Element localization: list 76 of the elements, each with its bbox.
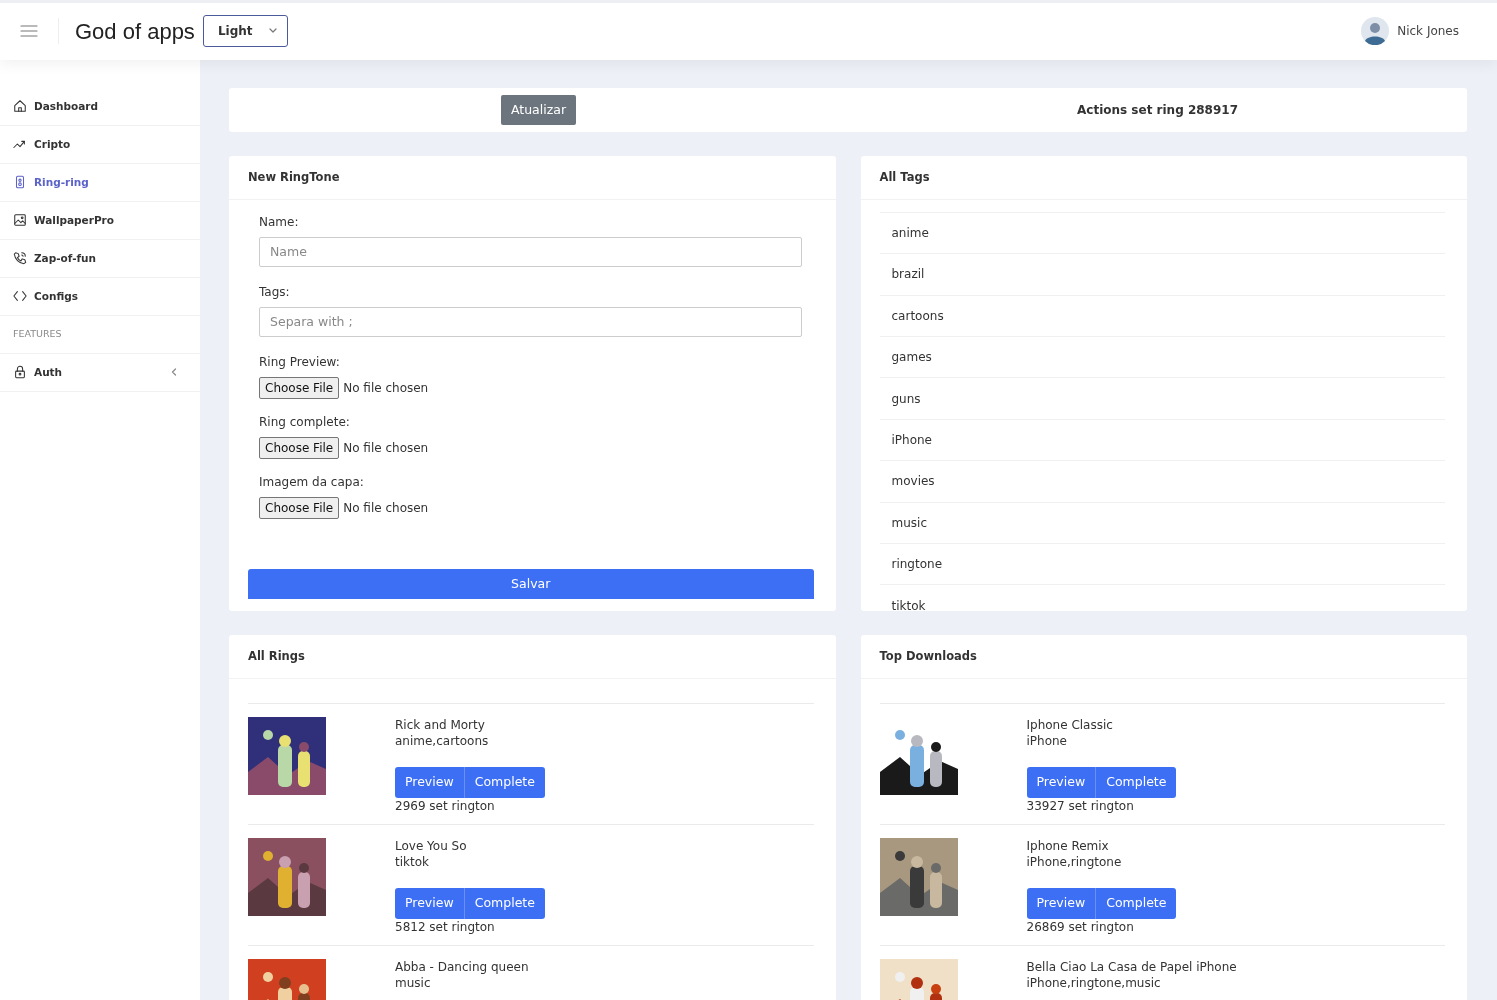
card-title: All Rings xyxy=(229,634,836,679)
ring-tags: tiktok xyxy=(395,853,545,870)
card-title: Top Downloads xyxy=(860,634,1467,679)
phone-icon xyxy=(13,251,27,266)
ring-tags: iPhone,ringtone xyxy=(1026,853,1177,870)
ring-name: Iphone Classic xyxy=(1026,716,1114,733)
tag-item[interactable]: brazil xyxy=(879,253,1445,295)
tag-item[interactable]: guns xyxy=(879,377,1445,419)
download-count: 33927 set rington xyxy=(1026,797,1135,814)
complete-button[interactable]: Complete xyxy=(464,766,545,798)
complete-button[interactable]: Complete xyxy=(1096,887,1177,919)
tag-item[interactable]: anime xyxy=(879,211,1445,254)
input-field[interactable]: Name xyxy=(259,236,802,267)
sidebar-item[interactable]: Dashboard xyxy=(0,87,200,126)
file-status: No file chosen xyxy=(343,499,429,517)
image-icon xyxy=(13,213,27,228)
sidebar-item[interactable]: WallpaperPro xyxy=(0,201,200,240)
preview-button[interactable]: Preview xyxy=(1026,766,1097,798)
choose-file-button[interactable]: Choose File xyxy=(259,436,340,459)
tag-item[interactable]: movies xyxy=(879,460,1445,502)
save-button[interactable]: Salvar xyxy=(248,568,814,599)
field-label: Tags: xyxy=(259,283,291,301)
chevron-down-icon xyxy=(268,28,277,35)
ring-name: Abba - Dancing queen xyxy=(395,958,529,975)
phone-speaker-icon xyxy=(13,175,27,190)
ring-tags: anime,cartoons xyxy=(395,732,545,749)
app-title: God of apps xyxy=(75,17,195,46)
download-count: 2969 set rington xyxy=(395,797,496,814)
input-field[interactable]: Separa with ; xyxy=(259,306,802,337)
preview-button[interactable]: Preview xyxy=(1026,887,1097,919)
section-title: FEATURES xyxy=(0,315,200,354)
sidebar-item[interactable]: Cripto xyxy=(0,125,200,164)
complete-button[interactable]: Complete xyxy=(464,887,545,919)
file-status: No file chosen xyxy=(343,439,429,457)
menu-button[interactable] xyxy=(20,24,38,39)
choose-file-button[interactable]: Choose File xyxy=(259,496,340,519)
file-status: No file chosen xyxy=(343,379,429,397)
user-menu[interactable]: Nick Jones xyxy=(1355,16,1465,47)
choose-file-button[interactable]: Choose File xyxy=(259,376,340,399)
menu-icon xyxy=(20,24,38,39)
sidebar-item[interactable]: Ring-ring xyxy=(0,163,200,202)
sidebar-item[interactable]: Zap-of-fun xyxy=(0,239,200,278)
lock-icon xyxy=(13,365,27,380)
field-label: Ring Preview: xyxy=(259,353,341,371)
tag-item[interactable]: ringtone xyxy=(879,543,1445,585)
card-title: All Tags xyxy=(860,155,1467,200)
ring-tags: iPhone,ringtone,music xyxy=(1026,974,1237,991)
tag-item[interactable]: cartoons xyxy=(879,294,1445,337)
actions-title: Actions set ring 288917 xyxy=(1077,101,1238,119)
ring-tags: iPhone xyxy=(1026,732,1177,749)
download-count: 26869 set rington xyxy=(1026,918,1135,935)
preview-button[interactable]: Preview xyxy=(395,766,465,798)
download-count: 5812 set rington xyxy=(395,918,496,935)
code-icon xyxy=(13,289,27,304)
ring-name: Bella Ciao La Casa de Papel iPhone xyxy=(1026,958,1237,975)
tag-item[interactable]: music xyxy=(879,501,1445,543)
ring-name: Rick and Morty xyxy=(395,716,486,733)
tag-item[interactable]: games xyxy=(879,336,1445,378)
ring-name: Iphone Remix xyxy=(1026,837,1110,854)
sidebar-item[interactable]: Auth xyxy=(0,353,200,392)
update-button[interactable]: Atualizar xyxy=(500,94,577,126)
ring-name: Love You So xyxy=(395,837,468,854)
complete-button[interactable]: Complete xyxy=(1096,766,1177,798)
preview-button[interactable]: Preview xyxy=(395,887,465,919)
avatar-icon xyxy=(1361,17,1390,46)
field-label: Name: xyxy=(259,213,300,231)
tag-item[interactable]: tiktok xyxy=(879,584,1445,611)
chevron-left-icon xyxy=(170,368,178,377)
theme-select[interactable]: Light xyxy=(202,15,288,48)
field-label: Ring complete: xyxy=(259,413,351,431)
card-title: New RingTone xyxy=(229,155,836,200)
sidebar-item[interactable]: Configs xyxy=(0,277,200,316)
field-label: Imagem da capa: xyxy=(259,473,365,491)
home-icon xyxy=(13,99,27,114)
ring-tags: music xyxy=(395,974,529,991)
tag-item[interactable]: iPhone xyxy=(879,418,1445,461)
